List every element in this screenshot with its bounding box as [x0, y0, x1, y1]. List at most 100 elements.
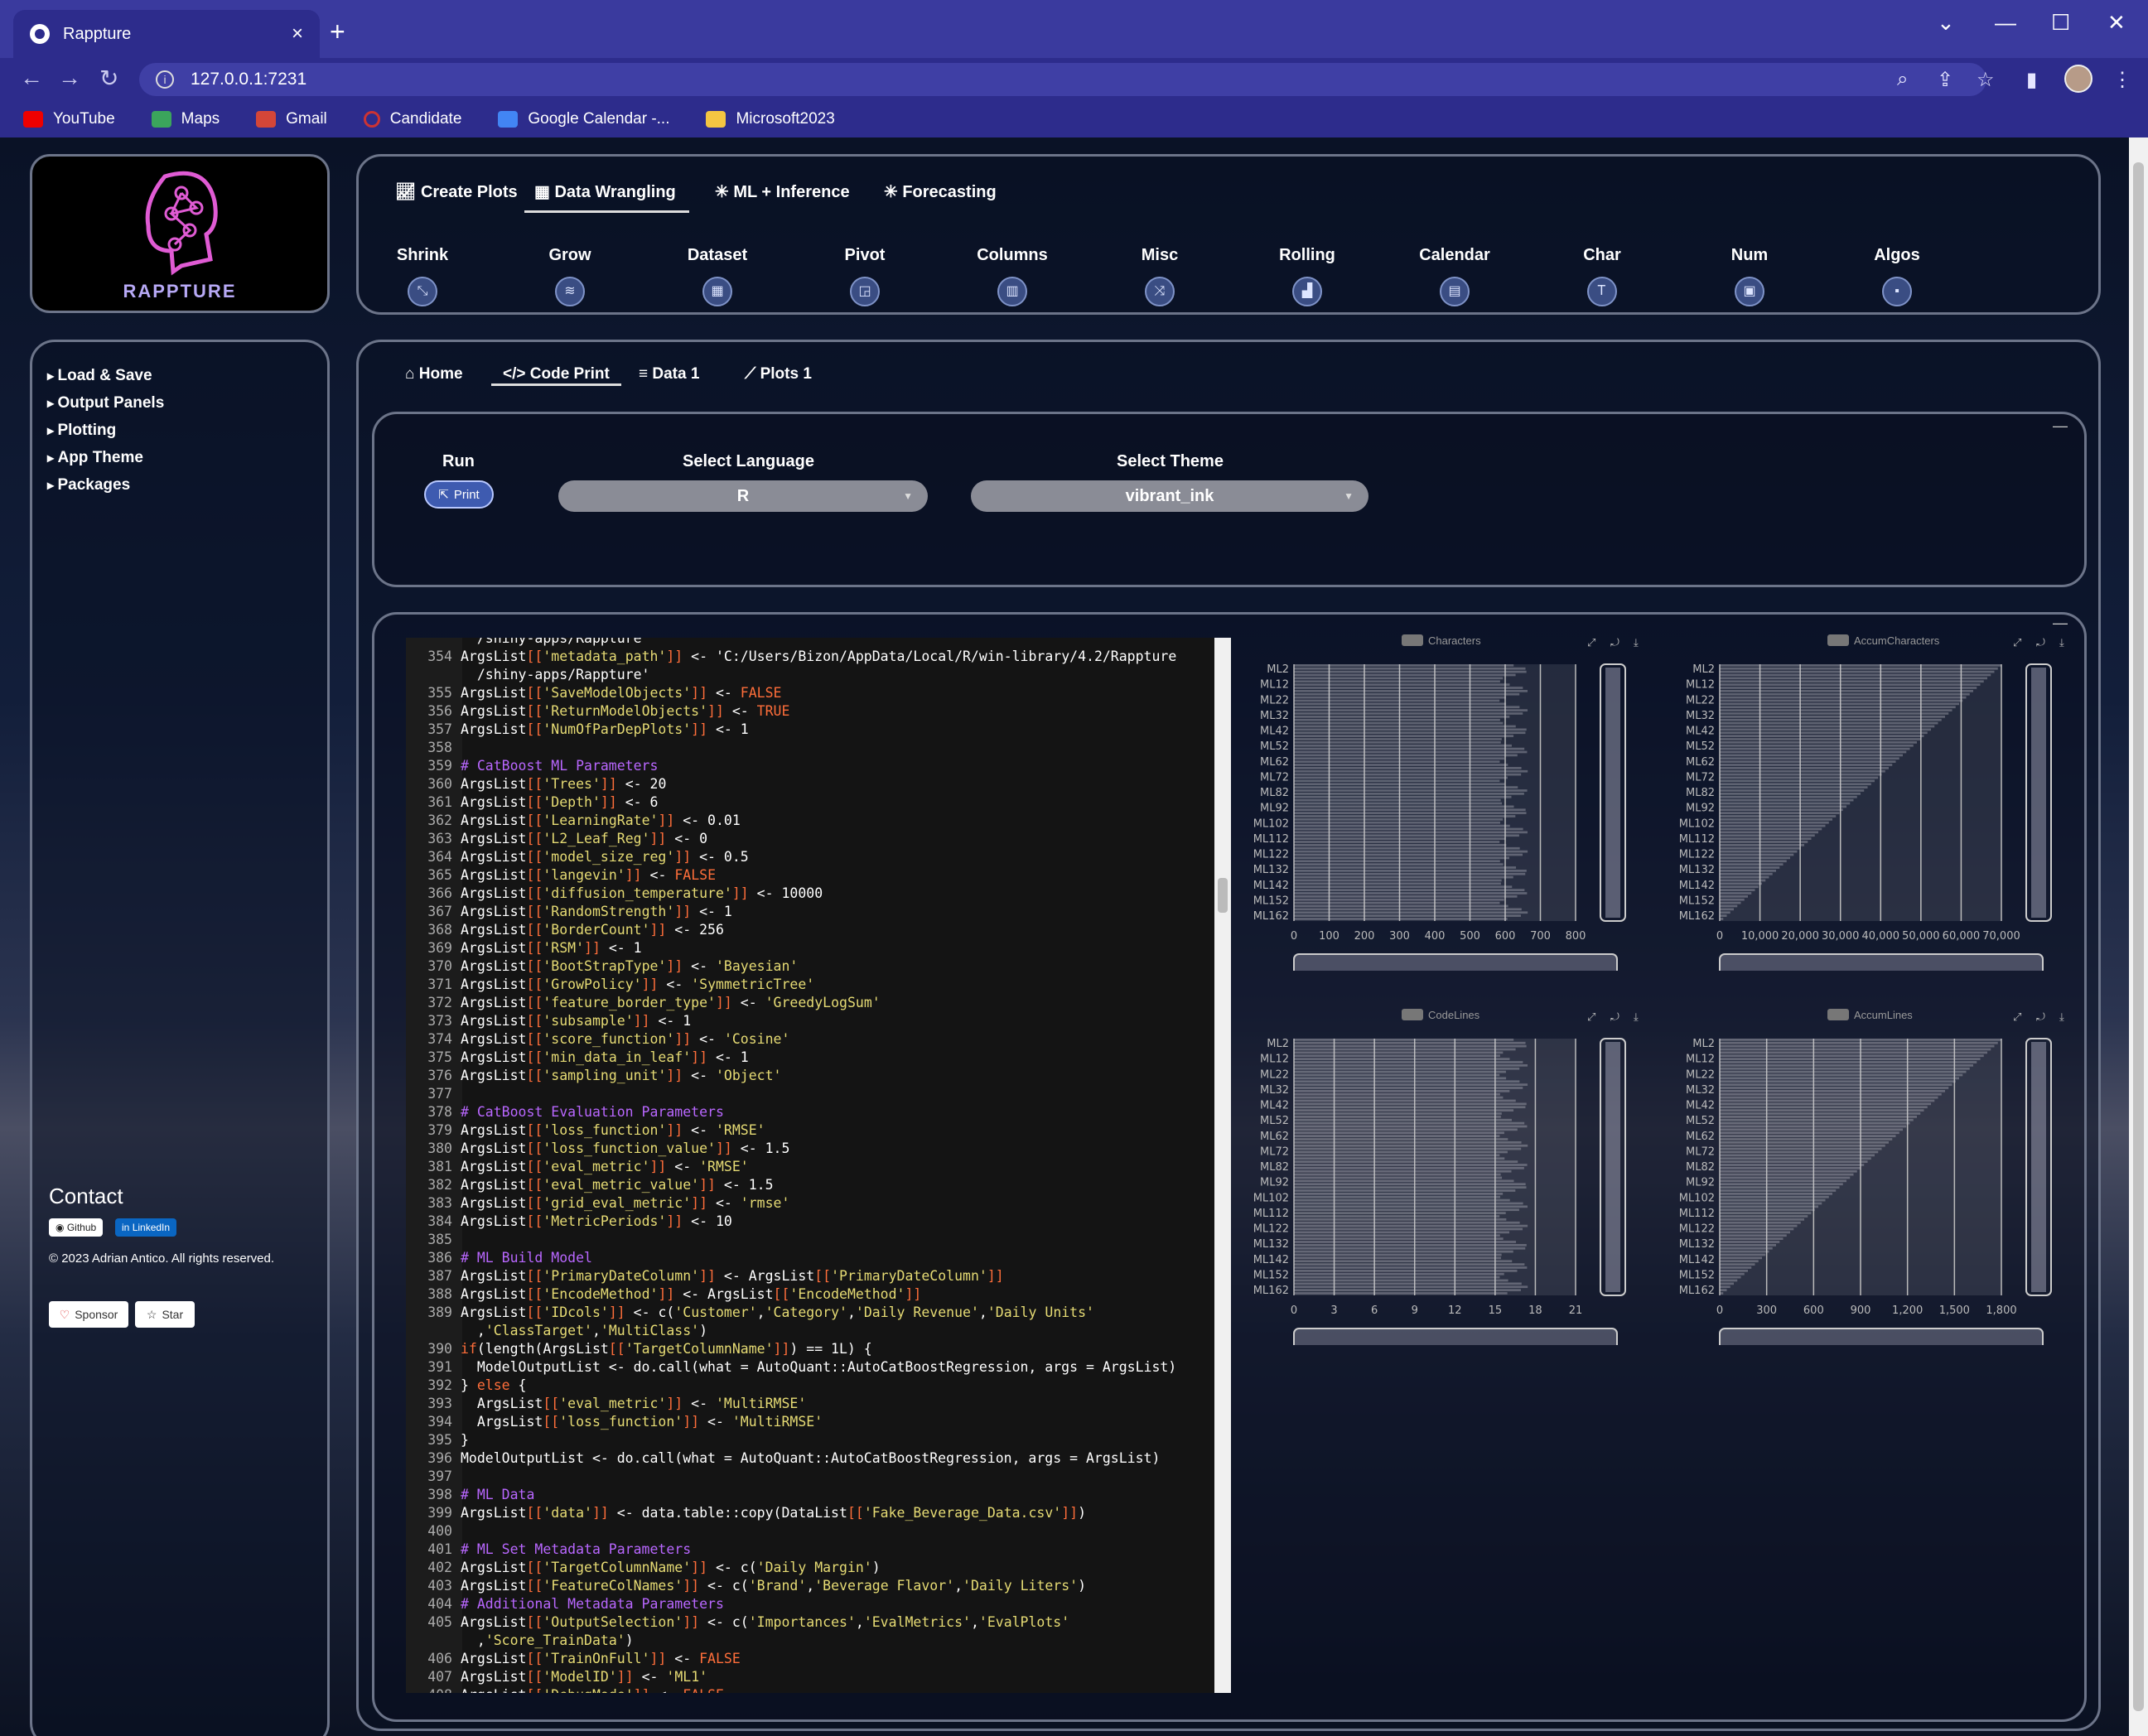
- tab-home[interactable]: ⌂ Home: [405, 365, 463, 383]
- tool-grow[interactable]: Grow ≋: [524, 246, 615, 306]
- reload-icon[interactable]: ↻: [99, 65, 118, 92]
- code-scrollbar[interactable]: [1214, 638, 1231, 1693]
- x-tick-label: 6: [1371, 1304, 1378, 1317]
- new-tab-button[interactable]: +: [330, 17, 345, 47]
- bookmark-calendar[interactable]: Google Calendar -...: [498, 110, 669, 128]
- rolling-icon[interactable]: ▟: [1292, 277, 1322, 306]
- tool-calendar[interactable]: Calendar ▤: [1409, 246, 1500, 306]
- bar: [1720, 712, 1949, 715]
- linkedin-button[interactable]: in LinkedIn: [115, 1218, 177, 1237]
- algos-icon[interactable]: ▪: [1882, 277, 1912, 306]
- sidebar-item-plotting[interactable]: Plotting: [47, 422, 116, 440]
- bar: [1294, 834, 1519, 837]
- tab-forecasting[interactable]: ✳ Forecasting: [884, 181, 997, 202]
- bookmark-youtube[interactable]: YouTube: [23, 110, 115, 128]
- back-icon[interactable]: ←: [20, 65, 43, 91]
- info-icon[interactable]: i: [156, 70, 174, 89]
- tool-num[interactable]: Num ▣: [1704, 246, 1795, 306]
- share-icon[interactable]: ⇪: [1937, 68, 1953, 92]
- sidebar-item-output-panels[interactable]: Output Panels: [47, 394, 164, 412]
- bar: [1720, 1112, 1921, 1115]
- bar: [1294, 744, 1512, 747]
- print-button[interactable]: ⇱ Print: [424, 480, 494, 509]
- bookmark-maps[interactable]: Maps: [151, 110, 220, 128]
- sidebar-item-packages[interactable]: Packages: [47, 476, 130, 494]
- tool-columns[interactable]: Columns ▥: [967, 246, 1058, 306]
- bar: [1294, 821, 1500, 824]
- tool-pivot[interactable]: Pivot ◲: [819, 246, 910, 306]
- tool-algos[interactable]: Algos ▪: [1851, 246, 1943, 306]
- bar: [1294, 760, 1500, 763]
- text-format-icon[interactable]: Ꭲ: [1587, 277, 1617, 306]
- bar: [1720, 754, 1903, 757]
- bar: [1294, 776, 1508, 779]
- tool-misc[interactable]: Misc ⤨: [1114, 246, 1205, 306]
- bookmark-microsoft2023[interactable]: Microsoft2023: [706, 110, 835, 128]
- bookmark-candidate[interactable]: Candidate: [363, 110, 461, 128]
- close-window-button[interactable]: ✕: [2107, 10, 2126, 36]
- bookmark-gmail[interactable]: Gmail: [256, 110, 327, 128]
- code-viewer[interactable]: /shiny-apps/Rappture' 354 ArgsList[['meta…: [406, 638, 1231, 1693]
- language-select[interactable]: R ▼: [558, 480, 928, 512]
- bar: [1294, 860, 1500, 863]
- tab-data-wrangling[interactable]: ▦ Data Wrangling: [524, 181, 689, 213]
- shuffle-icon[interactable]: ⤨: [1145, 277, 1175, 306]
- bar: [1720, 721, 1938, 725]
- folder-icon: [706, 111, 726, 128]
- bar: [1720, 702, 1959, 706]
- close-tab-icon[interactable]: ×: [292, 22, 303, 46]
- zoom-icon[interactable]: ⌕: [1897, 68, 1908, 91]
- avatar[interactable]: [2064, 65, 2092, 93]
- shrink-icon[interactable]: ⤡: [408, 277, 437, 306]
- layers-icon[interactable]: ≋: [555, 277, 585, 306]
- bar: [1720, 821, 1829, 824]
- logo-panel: RAPPTURE: [30, 154, 330, 313]
- sidebar-item-app-theme[interactable]: App Theme: [47, 449, 142, 467]
- x-tick-label: 12: [1448, 1304, 1462, 1317]
- grid-icon[interactable]: ▦: [702, 277, 732, 306]
- side-panel-icon[interactable]: ▮: [2026, 68, 2037, 92]
- tool-dataset[interactable]: Dataset ▦: [672, 246, 763, 306]
- star-button[interactable]: ☆ Star: [135, 1301, 195, 1328]
- tab-plots-1[interactable]: ⟋ Plots 1: [745, 365, 812, 383]
- x-tick-label: 600: [1495, 930, 1516, 943]
- forward-icon[interactable]: →: [58, 65, 81, 91]
- bar: [1720, 875, 1769, 879]
- minimize-button[interactable]: —: [1995, 10, 2016, 36]
- tool-shrink[interactable]: Shrink ⤡: [377, 246, 468, 306]
- calendar-icon[interactable]: ▤: [1440, 277, 1470, 306]
- tab-create-plots[interactable]: 📈︎ Create Plots: [395, 181, 518, 202]
- scroll-thumb[interactable]: [1218, 878, 1228, 913]
- github-button[interactable]: ◉ Github: [49, 1218, 104, 1237]
- x-tick-label: 10,000: [1741, 930, 1779, 943]
- bar: [1720, 824, 1826, 827]
- tab-code-print[interactable]: </> Code Print: [491, 365, 621, 386]
- bar: [1294, 908, 1522, 911]
- tool-rolling[interactable]: Rolling ▟: [1262, 246, 1353, 306]
- bar: [1294, 747, 1525, 750]
- sidebar-item-load-save[interactable]: Load & Save: [47, 367, 152, 385]
- sponsor-button[interactable]: ♡ Sponsor: [49, 1301, 128, 1328]
- collapse-icon[interactable]: —: [2053, 417, 2068, 435]
- tab-ml-inference[interactable]: ✳ ML + Inference: [715, 181, 850, 202]
- bookmark-star-icon[interactable]: ☆: [1977, 68, 1995, 92]
- y-tick-label: ML42: [1686, 1100, 1715, 1112]
- maximize-button[interactable]: ☐: [2051, 10, 2070, 36]
- page-scrollbar[interactable]: [2129, 137, 2148, 1736]
- tab-search-icon[interactable]: ⌄: [1937, 10, 1955, 36]
- calculator-icon[interactable]: ▣: [1735, 277, 1764, 306]
- bar: [1720, 760, 1896, 763]
- tab-data-1[interactable]: ≡ Data 1: [639, 365, 699, 383]
- pivot-icon[interactable]: ◲: [850, 277, 880, 306]
- bar: [1294, 1150, 1508, 1154]
- tool-char[interactable]: Char Ꭲ: [1557, 246, 1648, 306]
- theme-select[interactable]: vibrant_ink ▼: [971, 480, 1368, 512]
- browser-tab[interactable]: Rappture ×: [13, 10, 320, 58]
- columns-icon[interactable]: ▥: [997, 277, 1027, 306]
- omnibox[interactable]: i 127.0.0.1:7231: [139, 63, 1986, 96]
- menu-icon[interactable]: ⋮: [2112, 68, 2132, 92]
- bar: [1720, 1289, 1727, 1291]
- bar: [1294, 1186, 1527, 1189]
- page-scroll-thumb[interactable]: [2133, 162, 2144, 1711]
- bar: [1294, 754, 1518, 757]
